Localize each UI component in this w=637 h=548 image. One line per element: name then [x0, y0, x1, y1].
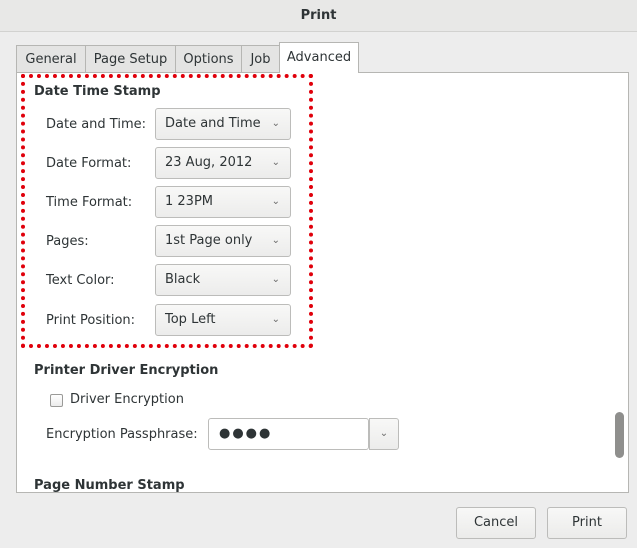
chevron-down-icon: ⌄: [379, 428, 389, 439]
combo-value: Black: [165, 272, 201, 287]
tab-page-setup[interactable]: Page Setup: [85, 45, 176, 73]
label-text-color: Text Color:: [46, 273, 115, 288]
chevron-down-icon: ⌄: [271, 157, 280, 168]
label-date-format: Date Format:: [46, 156, 132, 171]
tab-advanced[interactable]: Advanced: [279, 42, 359, 73]
chevron-down-icon: ⌄: [271, 196, 280, 207]
combo-value: Date and Time: [165, 116, 261, 131]
combo-value: 1 23PM: [165, 194, 214, 209]
tab-general[interactable]: General: [16, 45, 86, 73]
label-pages: Pages:: [46, 234, 89, 249]
encryption-passphrase-input[interactable]: ●●●●: [208, 418, 369, 450]
print-position-combo[interactable]: Top Left ⌄: [155, 304, 291, 336]
combo-value: 23 Aug, 2012: [165, 155, 253, 170]
chevron-down-icon: ⌄: [271, 274, 280, 285]
label-encryption-passphrase: Encryption Passphrase:: [46, 427, 198, 442]
chevron-down-icon: ⌄: [271, 314, 280, 325]
driver-encryption-label: Driver Encryption: [70, 392, 184, 407]
driver-encryption-checkbox[interactable]: [50, 394, 63, 407]
print-button[interactable]: Print: [547, 507, 627, 539]
combo-value: 1st Page only: [165, 233, 253, 248]
cancel-button[interactable]: Cancel: [456, 507, 536, 539]
window-title: Print: [0, 0, 637, 32]
label-time-format: Time Format:: [46, 195, 133, 210]
tab-job[interactable]: Job: [241, 45, 280, 73]
time-format-combo[interactable]: 1 23PM ⌄: [155, 186, 291, 218]
date-and-time-combo[interactable]: Date and Time ⌄: [155, 108, 291, 140]
text-color-combo[interactable]: Black ⌄: [155, 264, 291, 296]
chevron-down-icon: ⌄: [271, 235, 280, 246]
pages-combo[interactable]: 1st Page only ⌄: [155, 225, 291, 257]
passphrase-dropdown-button[interactable]: ⌄: [369, 418, 399, 450]
section-page-number-stamp: Page Number Stamp: [34, 478, 185, 493]
label-date-and-time: Date and Time:: [46, 117, 146, 132]
section-printer-driver-encryption: Printer Driver Encryption: [34, 363, 219, 378]
scrollbar-thumb[interactable]: [615, 412, 624, 458]
date-format-combo[interactable]: 23 Aug, 2012 ⌄: [155, 147, 291, 179]
chevron-down-icon: ⌄: [271, 118, 280, 129]
tab-options[interactable]: Options: [175, 45, 242, 73]
section-date-time-stamp: Date Time Stamp: [34, 84, 161, 99]
combo-value: Top Left: [165, 312, 216, 327]
label-print-position: Print Position:: [46, 313, 136, 328]
